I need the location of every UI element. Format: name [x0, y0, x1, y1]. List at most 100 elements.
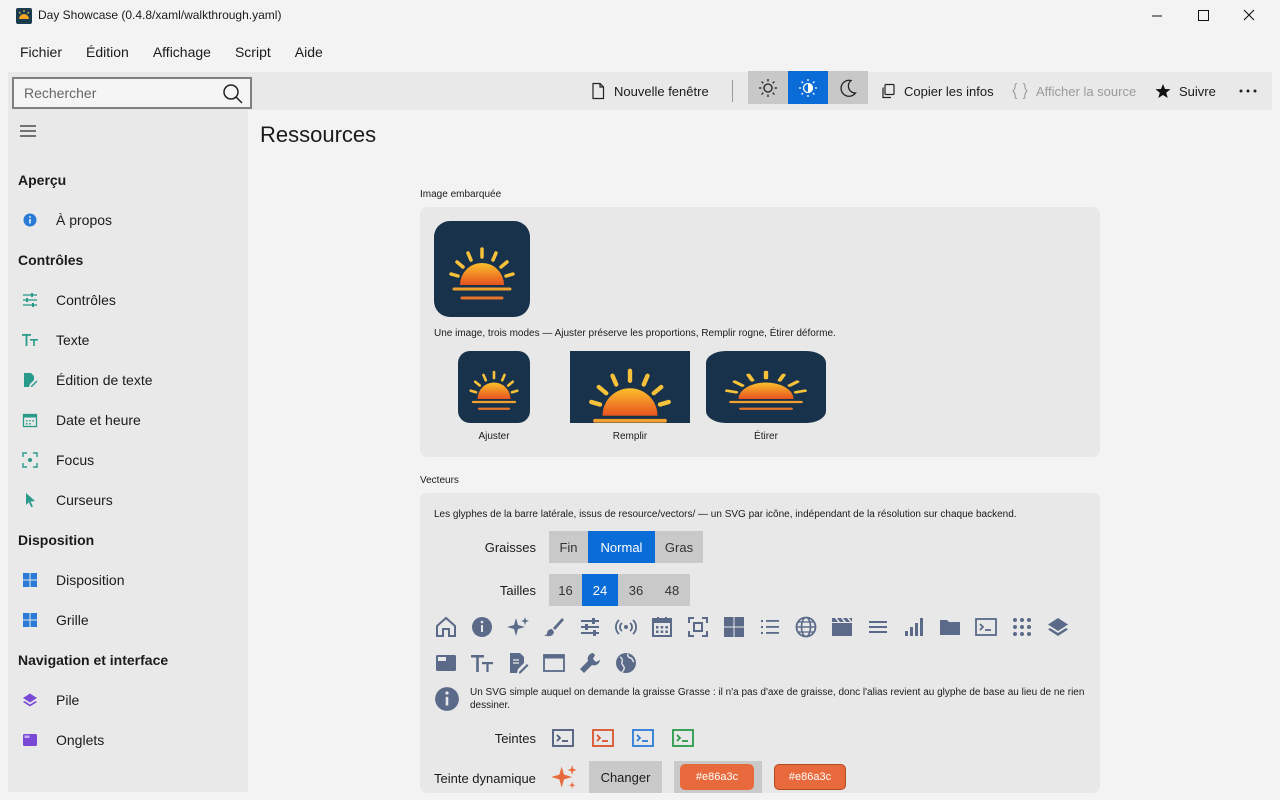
- size-16-button[interactable]: 16: [549, 574, 582, 606]
- image-mode-fill: [570, 351, 690, 423]
- sidebar-section-layout: Disposition: [18, 532, 95, 548]
- menu-file[interactable]: Fichier: [8, 36, 74, 68]
- image-mode-stretch: [706, 351, 826, 423]
- menu-bar: Fichier Édition Affichage Script Aide: [0, 36, 335, 68]
- minimize-icon: [1152, 15, 1162, 17]
- sidebar: Aperçu À propos Contrôles Contrôles Text…: [8, 110, 248, 792]
- new-window-button[interactable]: Nouvelle fenêtre: [590, 72, 709, 110]
- sidebar-item-tabs[interactable]: Onglets: [8, 720, 248, 760]
- size-selector: 16 24 36 48: [549, 574, 690, 606]
- weight-normal-button[interactable]: Normal: [588, 531, 655, 563]
- vectors-card: Les glyphes de la barre latérale, issus …: [420, 493, 1100, 793]
- calendar-icon: [22, 413, 38, 428]
- sidebar-item-label: Date et heure: [56, 412, 141, 428]
- terminal-icon: [975, 618, 997, 636]
- sidebar-item-label: Disposition: [56, 572, 125, 588]
- sidebar-item-date-time[interactable]: Date et heure: [8, 400, 248, 440]
- contrast-icon: [799, 78, 817, 97]
- weight-thin-button[interactable]: Fin: [549, 531, 588, 563]
- sidebar-item-cursors[interactable]: Curseurs: [8, 480, 248, 520]
- sidebar-item-grid[interactable]: Grille: [8, 600, 248, 640]
- hamburger-menu-icon[interactable]: [20, 124, 36, 138]
- menu-script[interactable]: Script: [223, 36, 283, 68]
- list-icon: [761, 620, 779, 634]
- terminal-tint-blue-icon: [632, 729, 654, 747]
- color-chip-selected: #e86a3c: [680, 764, 754, 790]
- sizes-label: Tailles: [499, 583, 536, 598]
- maximize-button[interactable]: [1180, 0, 1226, 32]
- color-chip-preview[interactable]: #e86a3c: [774, 764, 846, 790]
- size-24-button[interactable]: 24: [582, 574, 618, 606]
- sparkles-icon: [507, 617, 529, 636]
- size-36-button[interactable]: 36: [618, 574, 654, 606]
- mode-label-fill: Remplir: [612, 431, 648, 442]
- sidebar-item-label: Texte: [56, 332, 90, 348]
- window-icon: [543, 654, 565, 672]
- layout-grid-icon: [724, 617, 744, 637]
- earth-icon: [616, 653, 636, 673]
- image-mode-fit: [458, 351, 530, 423]
- sidebar-item-label: Focus: [56, 452, 95, 468]
- show-source-button[interactable]: Afficher la source: [1012, 72, 1136, 110]
- mode-label-stretch: Étirer: [754, 431, 778, 442]
- menu-help[interactable]: Aide: [283, 36, 335, 68]
- edit-document-icon: [510, 653, 529, 674]
- sidebar-item-label: Curseurs: [56, 492, 113, 508]
- sidebar-item-stack[interactable]: Pile: [8, 680, 248, 720]
- sidebar-item-focus[interactable]: Focus: [8, 440, 248, 480]
- edit-document-icon: [24, 373, 38, 387]
- vectors-group-title: Vecteurs: [420, 475, 459, 486]
- sidebar-item-label: À propos: [56, 212, 113, 228]
- theme-auto-button[interactable]: [788, 71, 828, 104]
- sidebar-item-text-editing[interactable]: Édition de texte: [8, 360, 248, 400]
- close-window-button[interactable]: [1226, 0, 1272, 32]
- sidebar-item-label: Édition de texte: [56, 372, 153, 388]
- search-input[interactable]: [14, 79, 214, 107]
- layers-icon: [23, 693, 37, 707]
- follow-button[interactable]: Suivre: [1155, 72, 1216, 110]
- copy-icon: [882, 83, 895, 99]
- color-swatch-button[interactable]: #e86a3c: [674, 761, 762, 793]
- terminal-tint-green-icon: [672, 729, 694, 747]
- embedded-image-card: Une image, trois modes — Ajuster préserv…: [420, 207, 1100, 457]
- theme-light-button[interactable]: [748, 71, 788, 104]
- terminal-tint-orange-icon: [592, 729, 614, 747]
- info-icon: [23, 213, 37, 227]
- sidebar-item-label: Onglets: [56, 732, 105, 748]
- search-icon[interactable]: [222, 83, 244, 105]
- tabs-icon: [436, 655, 456, 671]
- size-48-button[interactable]: 48: [654, 574, 690, 606]
- new-window-label: Nouvelle fenêtre: [614, 83, 709, 99]
- copy-info-button[interactable]: Copier les infos: [880, 72, 994, 110]
- broadcast-icon: [615, 619, 637, 635]
- sidebar-item-about[interactable]: À propos: [8, 200, 248, 240]
- apps-dots-icon: [1013, 618, 1031, 636]
- more-options-button[interactable]: [1238, 72, 1258, 110]
- follow-label: Suivre: [1179, 83, 1216, 99]
- weights-label: Graisses: [484, 540, 536, 555]
- title-bar: Day Showcase (0.4.8/xaml/walkthrough.yam…: [0, 0, 1280, 32]
- embedded-image-caption: Une image, trois modes — Ajuster préserv…: [434, 328, 836, 339]
- show-source-label: Afficher la source: [1036, 83, 1137, 99]
- weight-selector: Fin Normal Gras: [549, 531, 703, 563]
- weight-fallback-note: Un SVG simple auquel on demande la grais…: [470, 687, 1085, 711]
- toolbar-separator: [732, 80, 733, 102]
- home-icon: [436, 616, 456, 637]
- minimize-button[interactable]: [1134, 0, 1180, 32]
- menu-view[interactable]: Affichage: [141, 36, 223, 68]
- sidebar-item-label: Contrôles: [56, 292, 116, 308]
- sidebar-item-controls[interactable]: Contrôles: [8, 280, 248, 320]
- sidebar-item-layout[interactable]: Disposition: [8, 560, 248, 600]
- sidebar-item-label: Pile: [56, 692, 80, 708]
- theme-dark-button[interactable]: [828, 71, 868, 104]
- change-tint-button[interactable]: Changer: [589, 761, 662, 793]
- moon-icon: [840, 79, 857, 97]
- bar-chart-icon: [905, 618, 923, 636]
- folder-icon: [940, 620, 960, 635]
- clapperboard-icon: [832, 618, 852, 636]
- sidebar-item-text[interactable]: Texte: [8, 320, 248, 360]
- cursor-icon: [26, 493, 35, 508]
- menu-edit[interactable]: Édition: [74, 36, 141, 68]
- app-logo-icon: [16, 8, 32, 24]
- weight-bold-button[interactable]: Gras: [655, 531, 703, 563]
